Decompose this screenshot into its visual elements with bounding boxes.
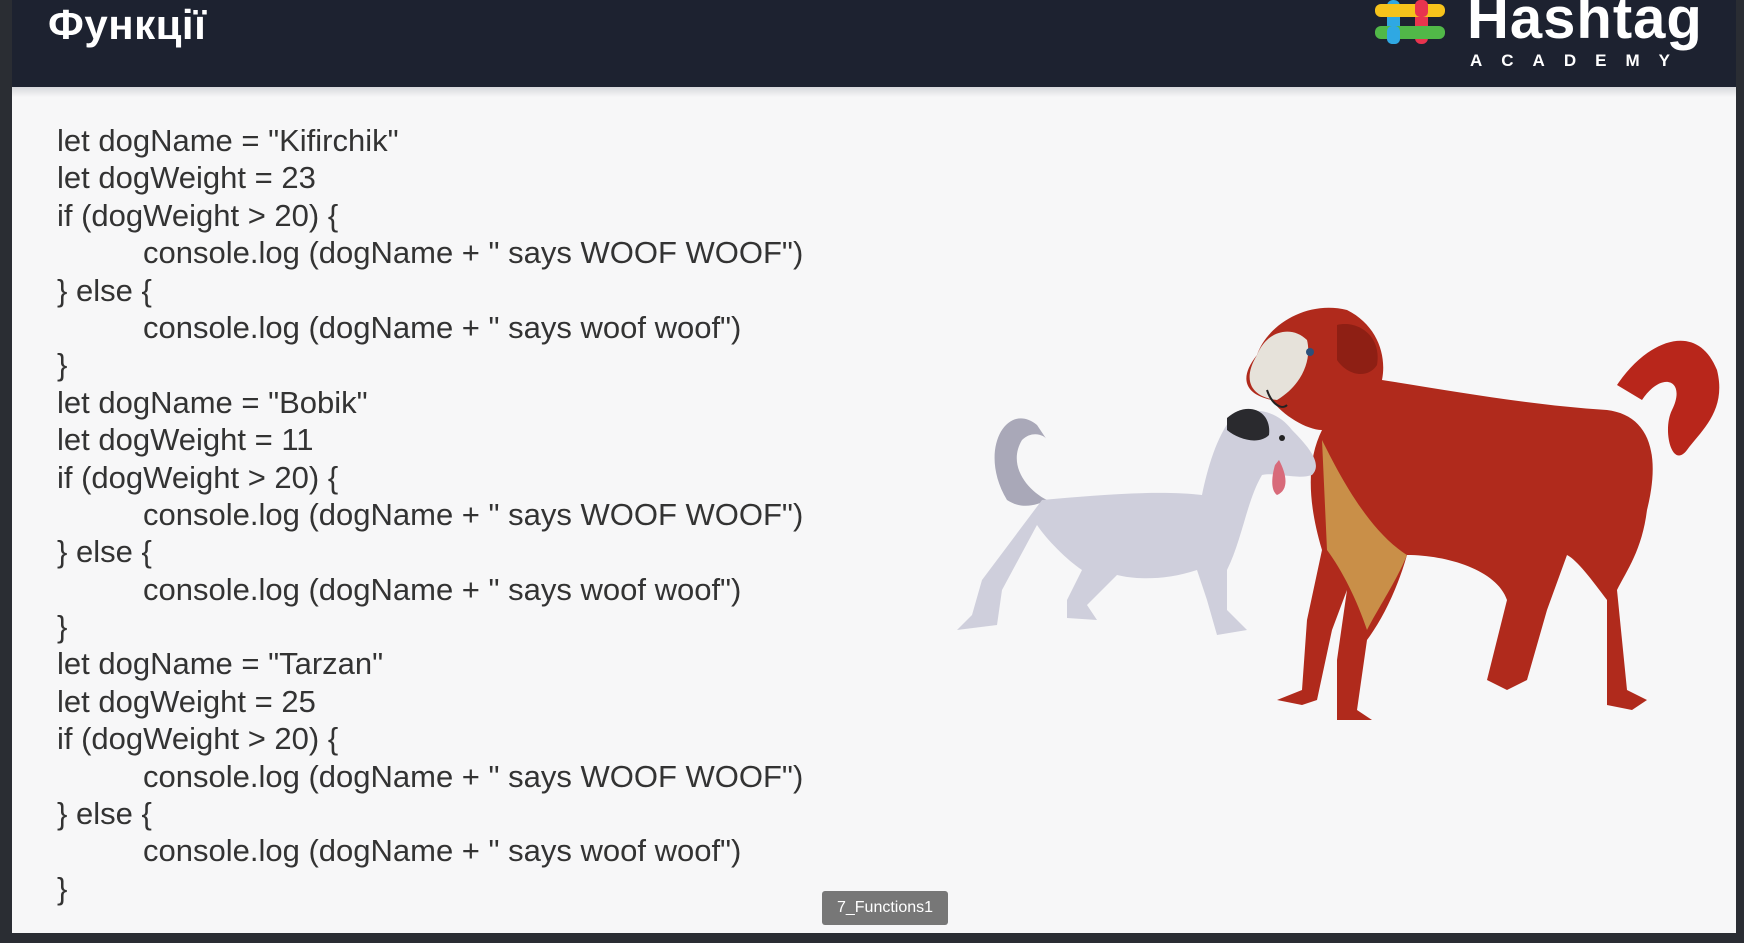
- code-line: console.log (dogName + " says WOOF WOOF"…: [143, 758, 804, 794]
- slide-title: Функції: [48, 1, 207, 48]
- code-line: if (dogWeight > 20) {: [57, 197, 339, 233]
- code-line: let dogName = "Bobik": [57, 384, 368, 420]
- code-line: }: [57, 609, 68, 645]
- code-line: console.log (dogName + " says woof woof"…: [143, 571, 742, 607]
- code-line: let dogName = "Tarzan": [57, 646, 384, 682]
- logo-subtitle: ACADEMY: [1470, 51, 1689, 70]
- code-line: let dogWeight = 23: [57, 160, 316, 196]
- code-line: }: [57, 347, 68, 383]
- red-dog: [1246, 307, 1720, 720]
- code-line: } else {: [57, 796, 152, 832]
- video-bottom-bar: [0, 933, 1744, 943]
- code-line: let dogWeight = 11: [57, 422, 314, 458]
- code-line: } else {: [57, 534, 152, 570]
- code-line: }: [57, 870, 68, 906]
- presentation-slide: Функції Hashtag ACADEMY let dogName = "K…: [12, 0, 1736, 933]
- grey-dog: [957, 408, 1316, 635]
- code-line: let dogWeight = 25: [57, 683, 316, 719]
- slide-header: Функції Hashtag ACADEMY: [12, 0, 1736, 87]
- code-line: } else {: [57, 272, 152, 308]
- hashtag-icon: [1375, 0, 1445, 44]
- code-line: console.log (dogName + " says woof woof"…: [143, 833, 742, 869]
- logo-wordmark: Hashtag: [1467, 0, 1703, 51]
- code-line: let dogName = "Kifirchik": [57, 123, 399, 158]
- code-line: if (dogWeight > 20) {: [57, 459, 339, 495]
- code-block: let dogName = "Kifirchik" let dogWeight =…: [57, 122, 803, 907]
- header-shadow: [12, 87, 1736, 97]
- code-line: console.log (dogName + " says WOOF WOOF"…: [143, 496, 804, 532]
- hashtag-academy-logo: Hashtag ACADEMY: [1367, 0, 1712, 80]
- two-dogs-illustration: [957, 307, 1720, 720]
- code-line: if (dogWeight > 20) {: [57, 721, 339, 757]
- code-line: console.log (dogName + " says WOOF WOOF"…: [143, 235, 804, 271]
- code-line: console.log (dogName + " says woof woof"…: [143, 309, 742, 345]
- slide-name-tooltip: 7_Functions1: [822, 891, 948, 925]
